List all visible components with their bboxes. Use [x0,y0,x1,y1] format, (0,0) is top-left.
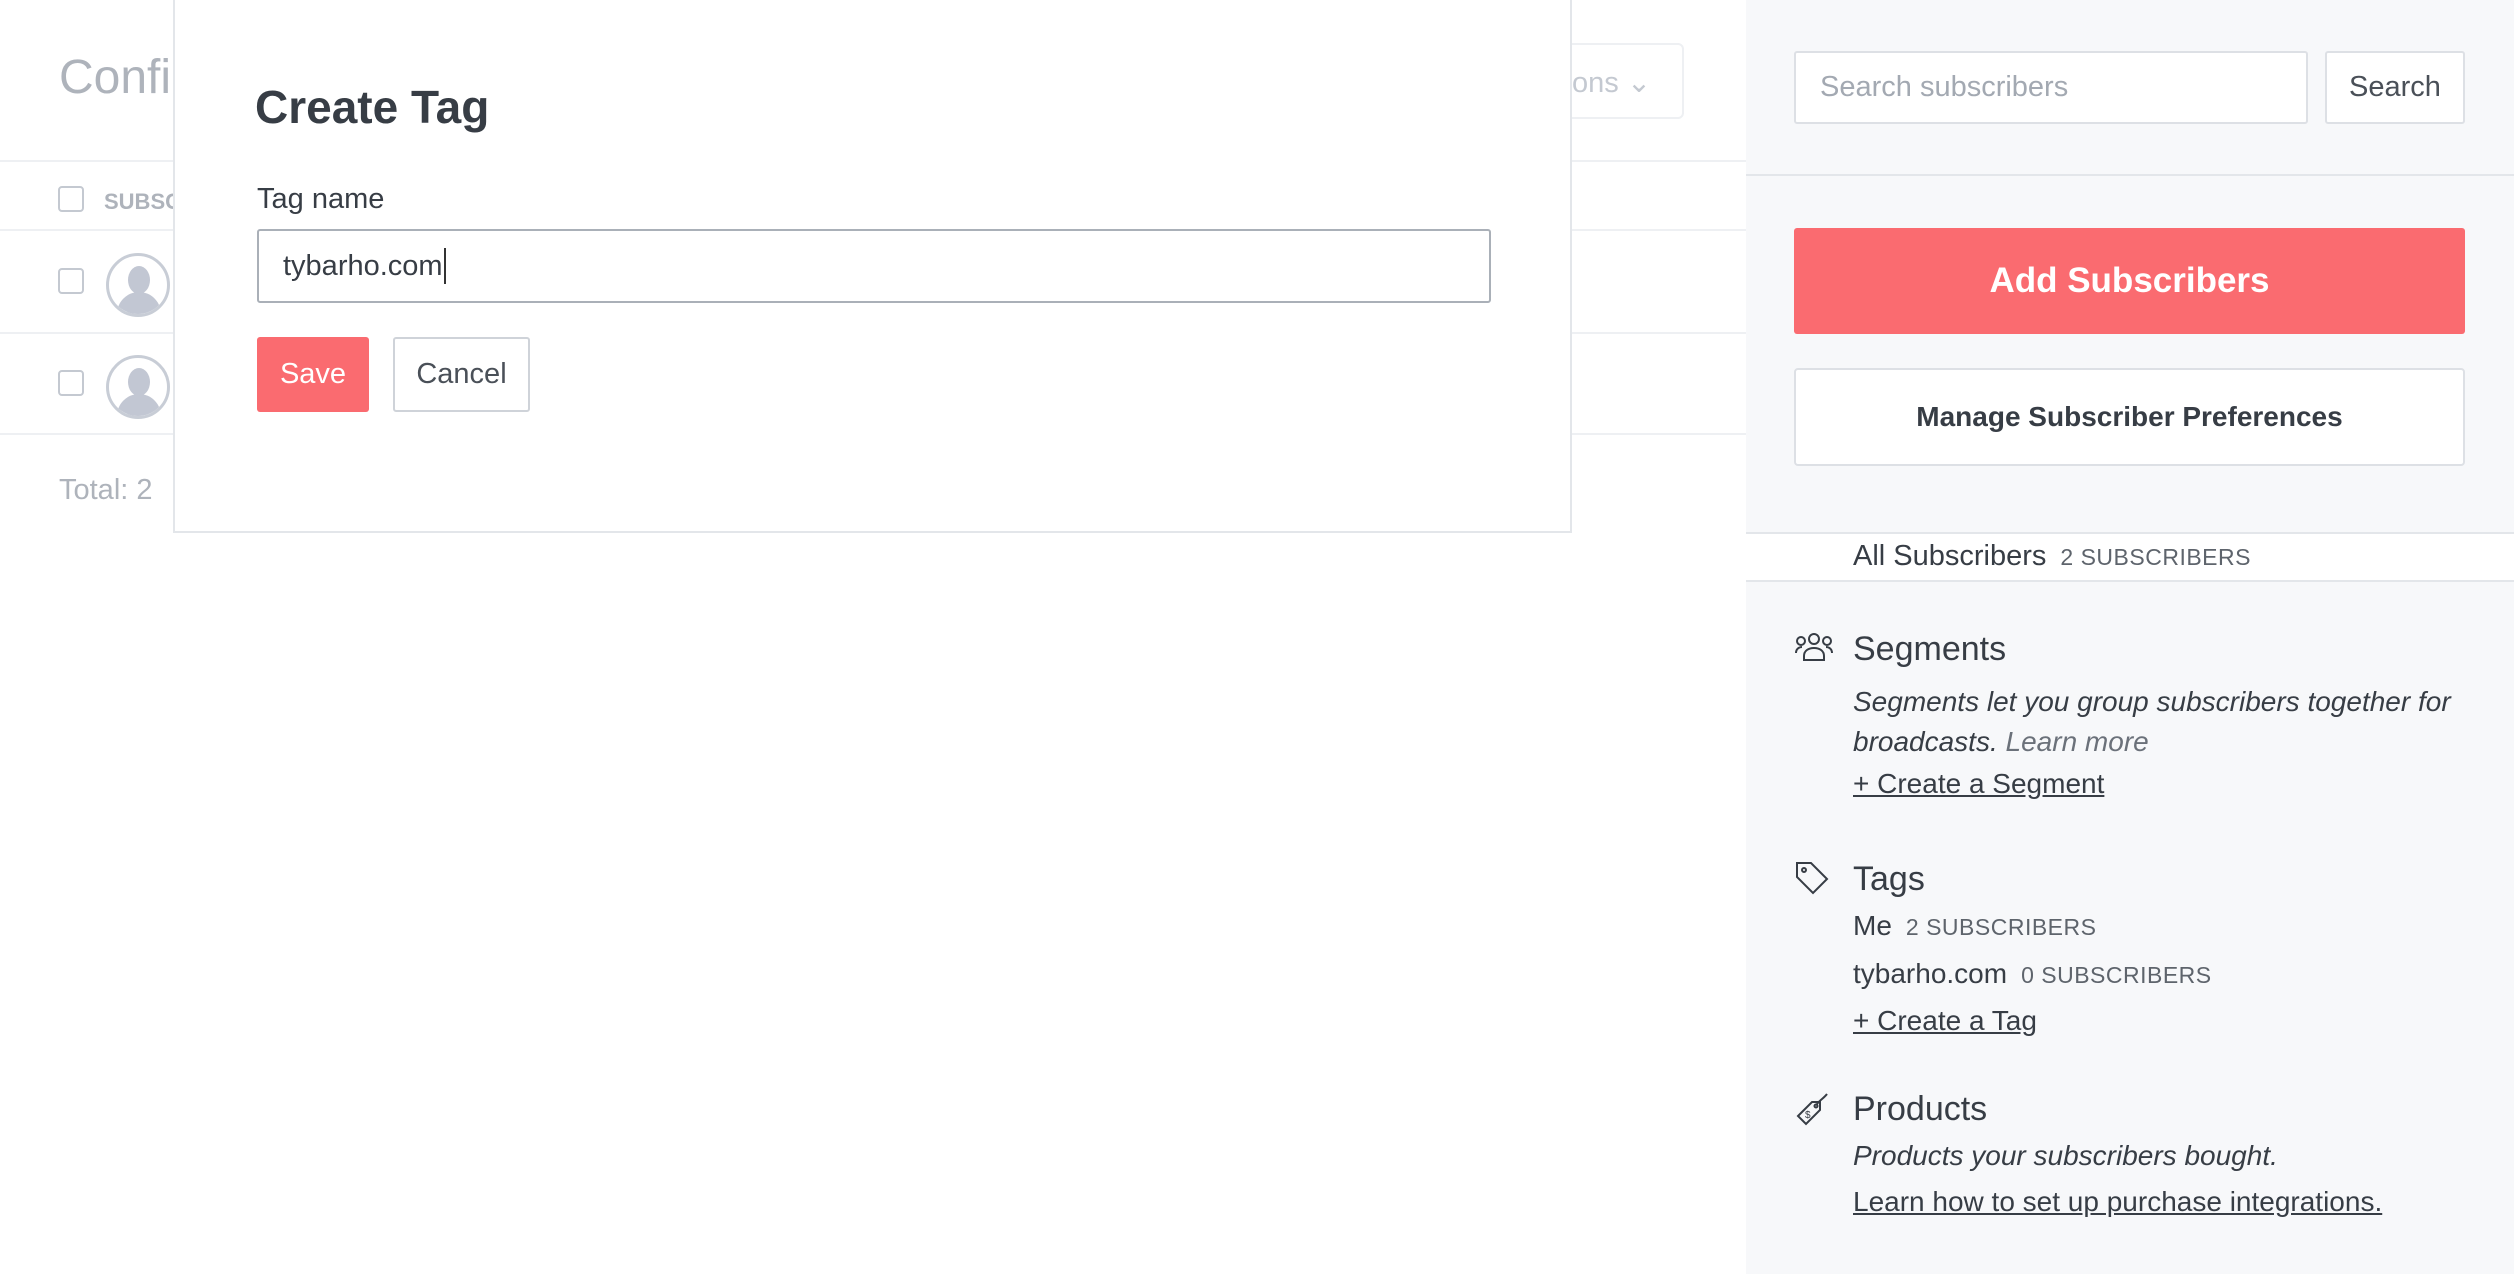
avatar [106,253,170,317]
manage-preferences-button[interactable]: Manage Subscriber Preferences [1794,368,2465,466]
all-subscribers-item[interactable]: All Subscribers 2 SUBSCRIBERS [1746,532,2514,582]
total-count: Total: 2 [59,474,153,506]
products-heading: Products [1853,1090,1988,1128]
tag-item-me[interactable]: Me 2 SUBSCRIBERS [1853,910,2096,942]
tags-heading: Tags [1853,860,1925,898]
create-tag-modal: Create Tag Tag name tybarho.com Save Can… [173,0,1572,533]
svg-text:$: $ [1805,1110,1811,1121]
add-subscribers-button[interactable]: Add Subscribers [1794,228,2465,334]
avatar [106,355,170,419]
create-tag-link[interactable]: + Create a Tag [1853,1005,2037,1037]
chevron-down-icon: ⌄ [1626,67,1652,99]
divider [1746,174,2514,176]
learn-more-link[interactable]: Learn more [2006,726,2149,757]
search-input[interactable]: Search subscribers [1794,51,2308,124]
sidebar: Search subscribers Search Add Subscriber… [1746,0,2514,1274]
products-description: Products your subscribers bought. [1853,1140,2278,1171]
tag-item-tybarho[interactable]: tybarho.com 0 SUBSCRIBERS [1853,958,2212,990]
column-header: SUBSC [104,189,182,214]
purchase-integrations-link[interactable]: Learn how to set up purchase integration… [1853,1186,2382,1218]
users-icon [1795,633,1833,661]
row-checkbox[interactable] [58,268,84,294]
save-button[interactable]: Save [257,337,369,412]
select-all-checkbox[interactable] [58,186,84,212]
create-segment-link[interactable]: + Create a Segment [1853,768,2104,800]
tag-name-label: Tag name [257,183,385,215]
tag-name-input[interactable]: tybarho.com [257,229,1491,303]
page-title: Confi [59,51,172,104]
segments-description: Segments let you group subscribers toget… [1853,686,2451,757]
tag-icon [1796,862,1829,895]
price-tag-icon: $ [1796,1093,1828,1126]
modal-title: Create Tag [255,81,490,133]
text-caret [443,248,446,284]
search-button[interactable]: Search [2325,51,2465,124]
row-checkbox[interactable] [58,370,84,396]
cancel-button[interactable]: Cancel [393,337,530,412]
segments-heading: Segments [1853,630,2007,668]
